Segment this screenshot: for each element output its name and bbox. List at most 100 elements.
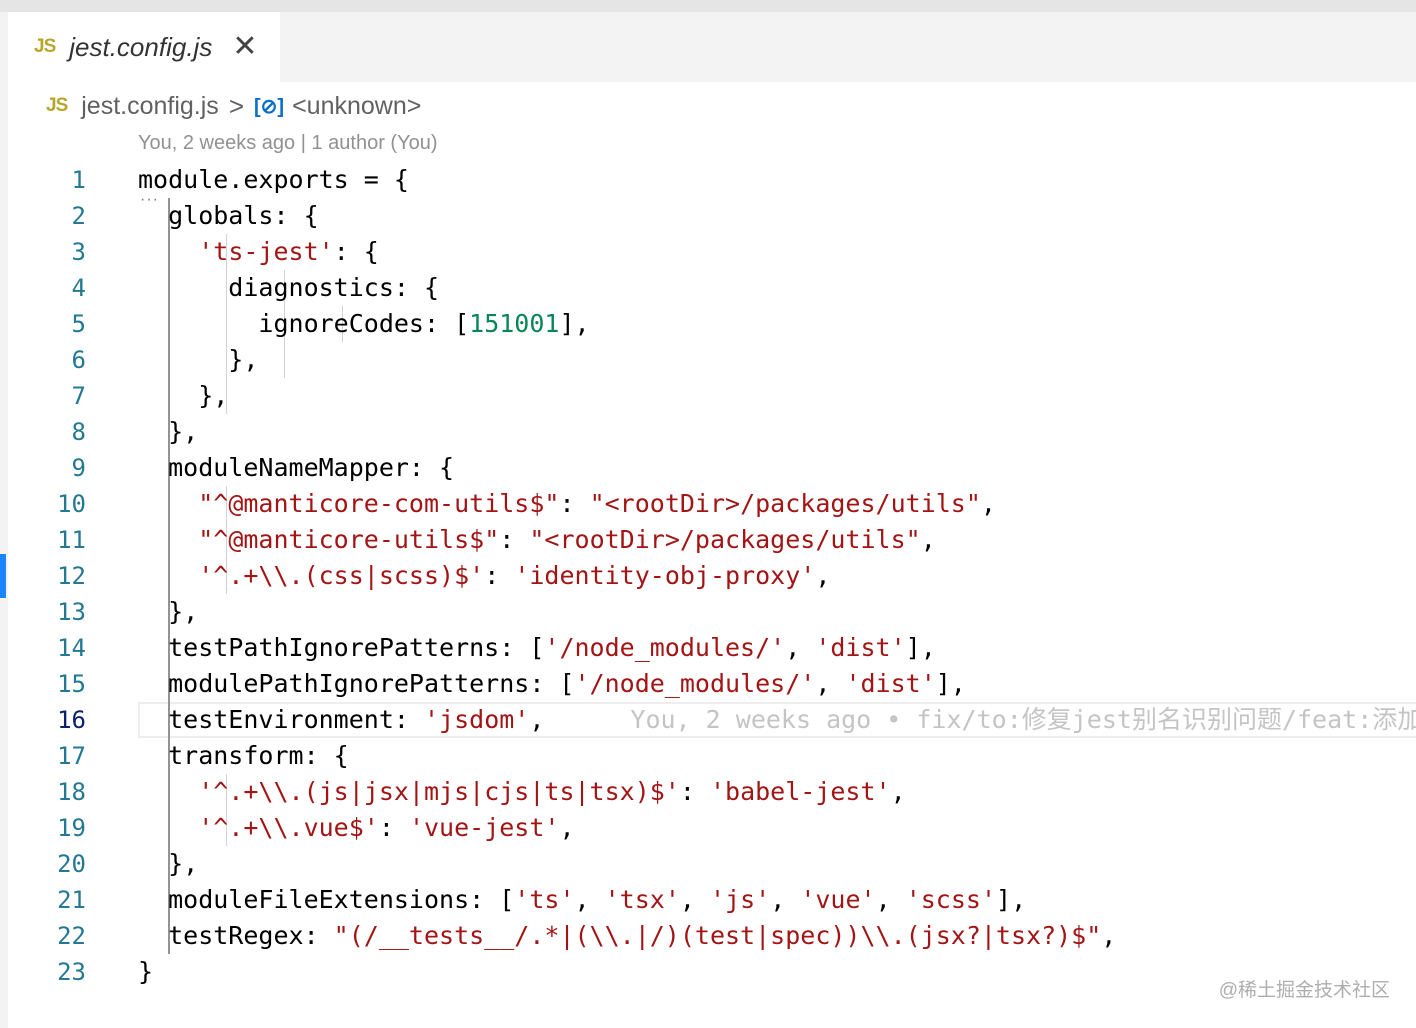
code-line[interactable]: 8 }, — [0, 414, 1416, 450]
tab-jest-config[interactable]: JS jest.config.js ✕ — [8, 12, 280, 82]
code-token: : { — [333, 237, 379, 266]
string-token: '/node_modules/' — [544, 633, 786, 662]
line-number: 21 — [57, 886, 86, 914]
code-text: '^.+\\.vue$': 'vue-jest', — [138, 810, 574, 846]
code-token: ], — [905, 633, 936, 662]
line-number: 5 — [71, 310, 86, 338]
code-line[interactable]: 20 }, — [0, 846, 1416, 882]
code-token: , — [1101, 921, 1117, 950]
breadcrumb-symbol[interactable]: <unknown> — [292, 92, 421, 121]
number-token: 151001 — [469, 309, 560, 338]
symbol-variable-icon: [⊘] — [254, 95, 285, 118]
code-editor[interactable]: 1 module.exports = {··· 2 globals: {3 'ts-… — [0, 162, 1416, 990]
git-blame-codelens[interactable]: You, 2 weeks ago | 1 author (You) — [138, 132, 437, 155]
code-line[interactable]: 6 }, — [0, 342, 1416, 378]
code-line[interactable]: 7 }, — [0, 378, 1416, 414]
chevron-right-icon: > — [228, 90, 244, 121]
string-token: 'dist' — [845, 669, 936, 698]
code-token: : — [499, 525, 530, 554]
code-line[interactable]: 16 testEnvironment: 'jsdom', You, 2 weeks… — [0, 702, 1416, 738]
code-text: "^@manticore-com-utils$": "<rootDir>/pac… — [138, 486, 996, 522]
code-token: ], — [559, 309, 590, 338]
code-text: "^@manticore-utils$": "<rootDir>/package… — [138, 522, 936, 558]
code-line[interactable]: 1 module.exports = {··· — [0, 162, 1416, 208]
string-token: 'scss' — [905, 885, 997, 914]
code-line[interactable]: 13 }, — [0, 594, 1416, 630]
line-number: 13 — [57, 598, 86, 626]
code-token: testEnvironment: — [138, 705, 424, 734]
code-text: }, — [138, 594, 198, 630]
line-number: 18 — [57, 778, 86, 806]
string-token: 'jsdom' — [423, 705, 530, 734]
code-token: , — [785, 633, 816, 662]
code-line[interactable]: 18 '^.+\\.(js|jsx|mjs|cjs|ts|tsx)$': 'ba… — [0, 774, 1416, 810]
code-line[interactable]: 23} — [0, 954, 1416, 990]
editor-tab-bar: JS jest.config.js ✕ — [0, 12, 1416, 82]
code-token: , — [770, 885, 801, 914]
code-text: '^.+\\.(css|scss)$': 'identity-obj-proxy… — [138, 558, 830, 594]
code-line[interactable]: 12 '^.+\\.(css|scss)$': 'identity-obj-pr… — [0, 558, 1416, 594]
code-line[interactable]: 9 moduleNameMapper: { — [0, 450, 1416, 486]
string-token: "<rootDir>/packages/utils" — [529, 525, 921, 554]
code-text: modulePathIgnorePatterns: ['/node_module… — [138, 666, 966, 702]
code-token: : — [484, 561, 515, 590]
code-token: }, — [138, 345, 259, 374]
line-number: 12 — [57, 562, 86, 590]
code-text: testEnvironment: 'jsdom', You, 2 weeks ag… — [138, 702, 1416, 738]
line-number: 7 — [71, 382, 86, 410]
indent-guide — [284, 342, 285, 378]
code-line[interactable]: 11 "^@manticore-utils$": "<rootDir>/pack… — [0, 522, 1416, 558]
code-text: '^.+\\.(js|jsx|mjs|cjs|ts|tsx)$': 'babel… — [138, 774, 905, 810]
string-token: 'dist' — [815, 633, 906, 662]
code-line[interactable]: 3 'ts-jest': { — [0, 234, 1416, 270]
line-number: 14 — [57, 634, 86, 662]
js-file-icon: JS — [46, 95, 68, 116]
code-text: ignoreCodes: [151001], — [138, 306, 590, 342]
code-line[interactable]: 17 transform: { — [0, 738, 1416, 774]
code-text: globals: { — [138, 198, 319, 234]
string-token: 'ts' — [514, 885, 575, 914]
code-token: module.exports = { — [138, 165, 409, 194]
breadcrumb-file[interactable]: jest.config.js — [81, 92, 219, 121]
code-text: testPathIgnorePatterns: ['/node_modules/… — [138, 630, 936, 666]
string-token: '^.+\\.(js|jsx|mjs|cjs|ts|tsx)$' — [198, 777, 680, 806]
string-token: 'vue' — [800, 885, 876, 914]
code-line[interactable]: 4 diagnostics: { — [0, 270, 1416, 306]
code-text: } — [138, 954, 153, 990]
code-line[interactable]: 15 modulePathIgnorePatterns: ['/node_mod… — [0, 666, 1416, 702]
line-number: 11 — [57, 526, 86, 554]
code-line[interactable]: 21 moduleFileExtensions: ['ts', 'tsx', '… — [0, 882, 1416, 918]
code-text: moduleFileExtensions: ['ts', 'tsx', 'js'… — [138, 882, 1026, 918]
string-token: '^.+\\.vue$' — [198, 813, 379, 842]
code-line[interactable]: 5 ignoreCodes: [151001], — [0, 306, 1416, 342]
line-number: 6 — [71, 346, 86, 374]
code-line[interactable]: 19 '^.+\\.vue$': 'vue-jest', — [0, 810, 1416, 846]
code-line[interactable]: 22 testRegex: "(/__tests__/.*|(\\.|/)(te… — [0, 918, 1416, 954]
code-text: diagnostics: { — [138, 270, 439, 306]
line-number: 20 — [57, 850, 86, 878]
line-number: 22 — [57, 922, 86, 950]
string-token: '^.+\\.(css|scss)$' — [198, 561, 485, 590]
string-token: 'vue-jest' — [408, 813, 560, 842]
line-number: 3 — [71, 238, 86, 266]
string-token: 'babel-jest' — [709, 777, 891, 806]
line-number: 15 — [57, 670, 86, 698]
line-number: 9 — [71, 454, 86, 482]
watermark: @稀土掘金技术社区 — [1218, 980, 1390, 1001]
code-token: moduleNameMapper: { — [138, 453, 455, 482]
string-token: 'js' — [710, 885, 771, 914]
code-token: : — [679, 777, 710, 806]
string-token: "^@manticore-utils$" — [198, 525, 500, 554]
code-token: transform: { — [138, 741, 349, 770]
code-line[interactable]: 14 testPathIgnorePatterns: ['/node_modul… — [0, 630, 1416, 666]
code-line[interactable]: 2 globals: { — [0, 198, 1416, 234]
code-token: }, — [138, 381, 229, 410]
line-number: 17 — [57, 742, 86, 770]
code-token: : — [559, 489, 590, 518]
code-line[interactable]: 10 "^@manticore-com-utils$": "<rootDir>/… — [0, 486, 1416, 522]
string-token: '/node_modules/' — [574, 669, 816, 698]
close-icon[interactable]: ✕ — [232, 32, 257, 62]
